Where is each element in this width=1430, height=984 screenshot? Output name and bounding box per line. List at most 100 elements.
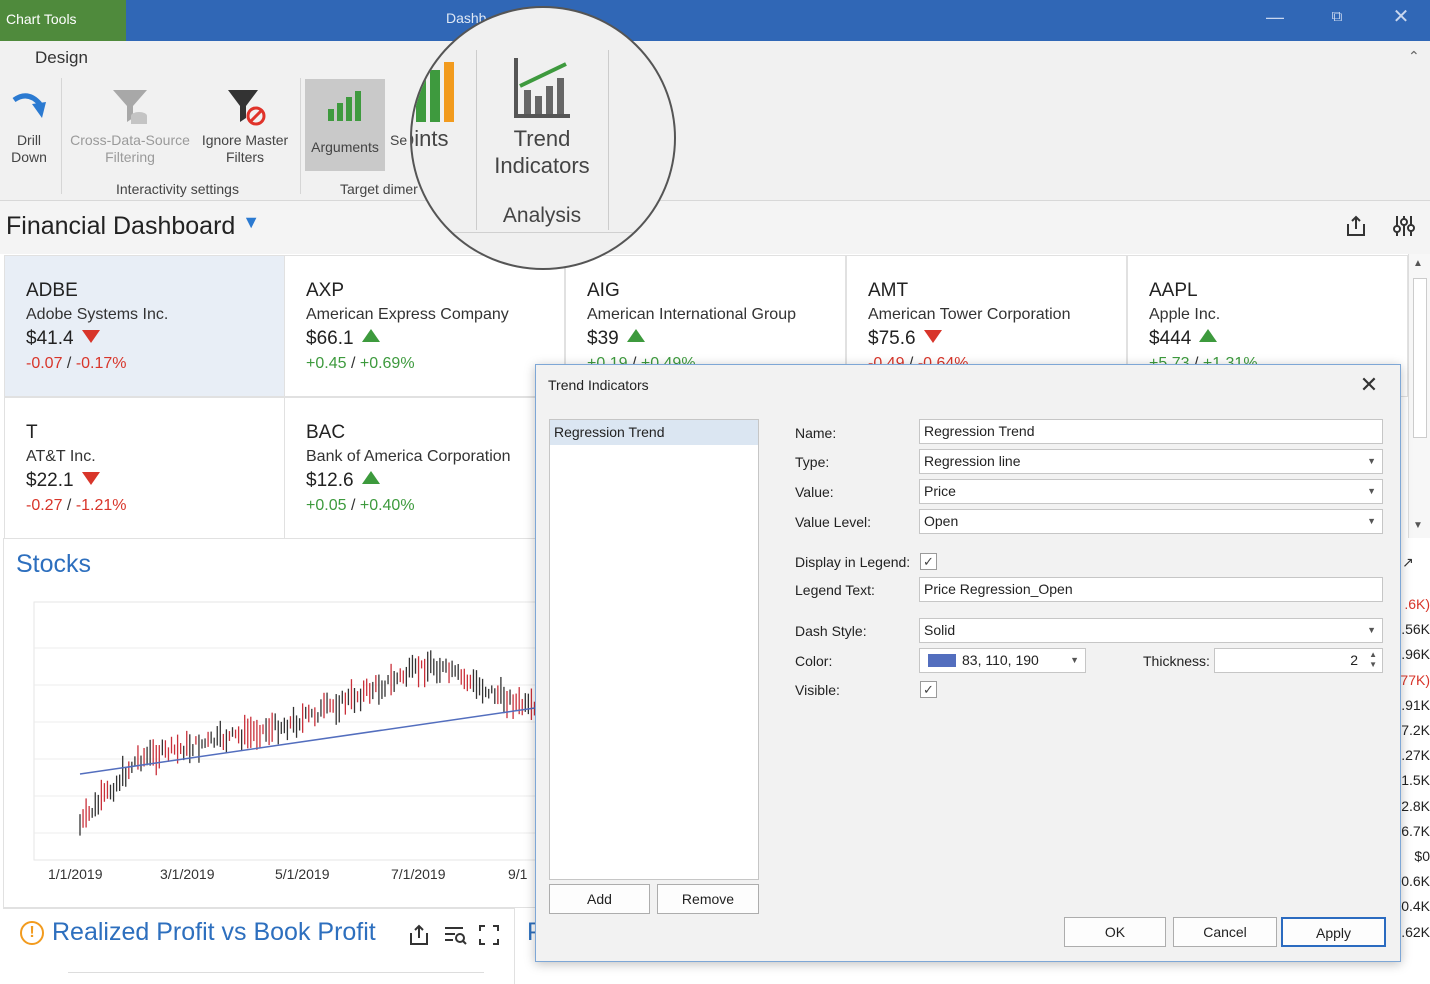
arguments-button[interactable]: Arguments xyxy=(305,79,385,171)
cross-data-source-label-2: Filtering xyxy=(105,149,155,165)
company-name: American Tower Corporation xyxy=(868,306,1071,323)
group-analysis: Analysis xyxy=(502,204,582,227)
chevron-down-icon[interactable]: ▼ xyxy=(1367,510,1376,533)
x-tick-label: 3/1/2019 xyxy=(160,866,215,882)
export-icon[interactable] xyxy=(408,924,430,951)
close-icon[interactable]: ✕ xyxy=(1386,6,1416,30)
scroll-thumb[interactable] xyxy=(1413,278,1427,438)
visible-checkbox[interactable]: ✓ xyxy=(920,681,937,698)
dashboard-title: Financial Dashboard ▼ xyxy=(6,212,260,241)
thickness-spinner[interactable]: 2 ▲ ▼ xyxy=(1214,648,1383,673)
arrow-up-icon xyxy=(361,329,380,342)
color-picker[interactable]: 83, 110, 190 ▼ xyxy=(919,648,1086,673)
close-icon[interactable]: ✕ xyxy=(1356,372,1382,398)
chevron-down-icon[interactable]: ▼ xyxy=(1367,450,1376,473)
drill-down-button[interactable]: Drill Down xyxy=(4,88,54,166)
ignore-master-filters-button[interactable]: Ignore Master Filters xyxy=(196,88,294,166)
change-value: -0.07 xyxy=(26,355,63,372)
trend-indicators-button[interactable]: Trend Indicators xyxy=(478,56,606,206)
grid-value: 7.2K xyxy=(1401,722,1430,738)
price: $75.6 xyxy=(868,328,916,349)
bar-chart-green-icon xyxy=(328,91,361,121)
tab-design[interactable]: Design xyxy=(35,48,88,68)
price: $12.6 xyxy=(306,470,354,491)
list-item[interactable]: Regression Trend xyxy=(550,420,758,445)
magnifier-separator xyxy=(476,50,477,230)
ribbon-separator xyxy=(61,78,62,194)
change-value: +0.05 xyxy=(306,497,347,514)
dash-style-select[interactable]: Solid ▼ xyxy=(919,618,1383,643)
price: $66.1 xyxy=(306,328,354,349)
grid-value: .77K) xyxy=(1396,671,1430,688)
value-level-label: Value Level: xyxy=(795,514,872,530)
magnifier-separator xyxy=(608,50,609,230)
arrow-up-icon xyxy=(1199,329,1218,342)
remove-button[interactable]: Remove xyxy=(657,884,759,914)
value-select[interactable]: Price ▼ xyxy=(919,479,1383,504)
scrollbar[interactable]: ▲ ▼ xyxy=(1408,254,1430,538)
chevron-down-icon[interactable]: ▼ xyxy=(1367,619,1376,642)
change-percent: +0.40% xyxy=(359,497,415,514)
stock-card[interactable]: T AT&T Inc. $22.1 -0.27 / -1.21% xyxy=(4,397,285,539)
apply-button[interactable]: Apply xyxy=(1281,917,1386,947)
parameters-icon[interactable] xyxy=(1392,214,1416,243)
context-tab-chart-tools[interactable]: Chart Tools xyxy=(0,0,126,41)
ticker: AIG xyxy=(587,280,620,301)
ticker: AAPL xyxy=(1149,280,1198,301)
stock-card[interactable]: ADBE Adobe Systems Inc. $41.4 -0.07 / -0.17… xyxy=(4,255,285,397)
stocks-chart[interactable]: 1/1/2019 3/1/2019 5/1/2019 7/1/2019 9/1 xyxy=(30,600,535,890)
collapse-ribbon-icon[interactable]: ⌃ xyxy=(1408,48,1420,65)
cancel-button[interactable]: Cancel xyxy=(1173,917,1277,947)
display-in-legend-checkbox[interactable]: ✓ xyxy=(920,553,937,570)
trend-indicators-label-2: Indicators xyxy=(494,153,590,178)
x-tick-label: 5/1/2019 xyxy=(275,866,330,882)
profit-chart-border xyxy=(68,972,484,973)
ticker: BAC xyxy=(306,422,346,443)
add-button[interactable]: Add xyxy=(549,884,650,914)
filter-database-icon xyxy=(113,90,147,124)
expand-icon[interactable] xyxy=(478,924,500,951)
grid-value: 0.6K xyxy=(1401,873,1430,890)
grid-value: .91K xyxy=(1401,696,1430,713)
spin-icon[interactable]: ▲ ▼ xyxy=(1369,650,1377,670)
minimize-icon[interactable]: — xyxy=(1260,6,1290,30)
magnifier-callout: oints Trend Indicators Analysis xyxy=(410,6,676,270)
company-name: Apple Inc. xyxy=(1149,306,1221,323)
restore-icon[interactable]: ⧉ xyxy=(1322,6,1352,30)
legend-text-field[interactable]: Price Regression_Open xyxy=(919,577,1383,602)
change-value: +0.45 xyxy=(306,355,347,372)
filter-list-icon[interactable] xyxy=(443,924,467,951)
export-icon[interactable] xyxy=(1344,214,1368,243)
legend-text-label: Legend Text: xyxy=(795,582,875,598)
ticker: ADBE xyxy=(26,280,78,301)
ignore-master-label-2: Filters xyxy=(225,149,265,165)
type-value: Regression line xyxy=(924,453,1021,469)
color-label: Color: xyxy=(795,653,833,669)
change-percent: -1.21% xyxy=(75,497,127,514)
type-select[interactable]: Regression line ▼ xyxy=(919,449,1383,474)
trend-indicators-icon xyxy=(514,58,570,118)
type-label: Type: xyxy=(795,454,830,470)
cross-data-source-filtering-button[interactable]: Cross-Data-Source Filtering xyxy=(66,88,194,166)
warning-icon[interactable]: ! xyxy=(20,921,44,945)
grid-value: .27K xyxy=(1401,747,1430,764)
expand-icon[interactable]: ↗ xyxy=(1402,554,1414,571)
scroll-down-icon[interactable]: ▼ xyxy=(1413,520,1423,531)
drill-down-icon xyxy=(12,93,46,118)
chevron-down-icon[interactable]: ▼ xyxy=(1367,480,1376,503)
company-name: AT&T Inc. xyxy=(26,448,96,465)
display-in-legend-label: Display in Legend: xyxy=(795,554,911,570)
price: $444 xyxy=(1149,328,1192,349)
indicator-list[interactable] xyxy=(549,419,759,880)
stock-card[interactable]: BAC Bank of America Corporation $12.6 +0.05… xyxy=(284,397,565,539)
title-bar xyxy=(0,0,1430,41)
ok-button[interactable]: OK xyxy=(1064,917,1166,947)
filter-icon[interactable]: ▼ xyxy=(242,212,260,232)
chevron-down-icon[interactable]: ▼ xyxy=(1070,649,1079,672)
name-field[interactable]: Regression Trend xyxy=(919,419,1383,444)
scroll-up-icon[interactable]: ▲ xyxy=(1413,258,1423,269)
stock-card[interactable]: AXP American Express Company $66.1 +0.45 / … xyxy=(284,255,565,397)
drill-down-label-1: Drill xyxy=(16,132,42,148)
dash-style-value: Solid xyxy=(924,622,956,638)
value-level-select[interactable]: Open ▼ xyxy=(919,509,1383,534)
